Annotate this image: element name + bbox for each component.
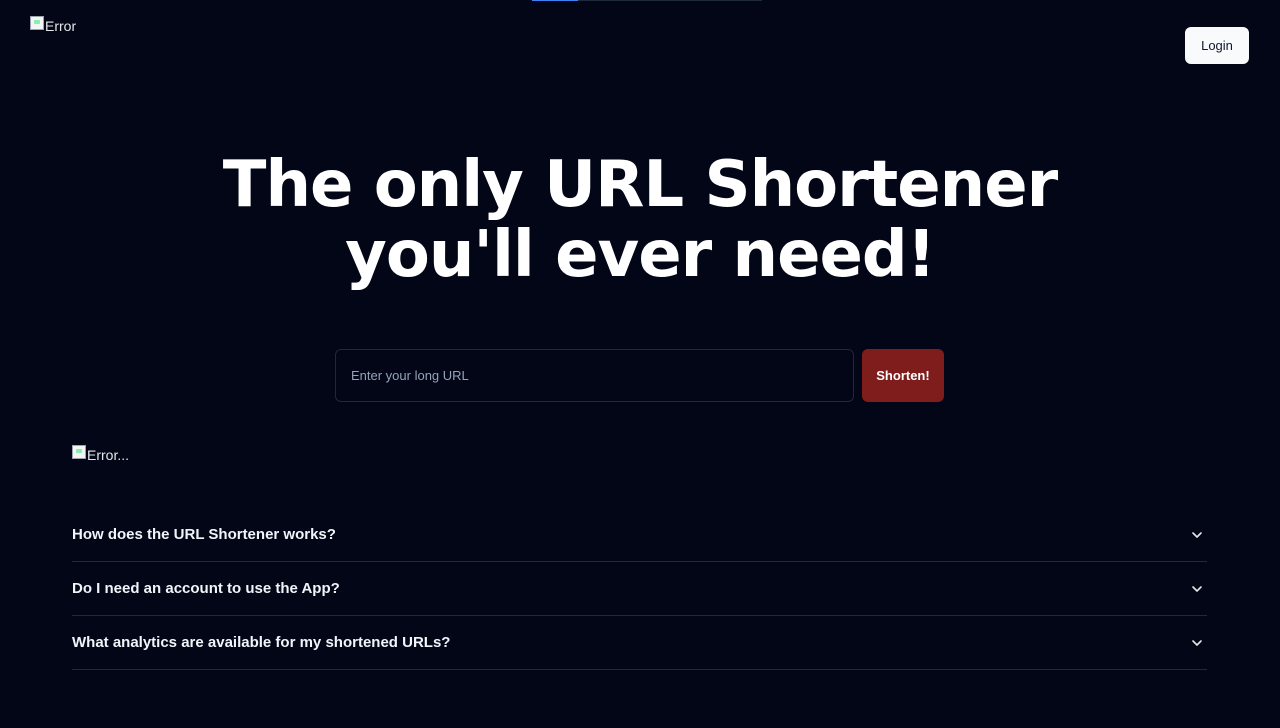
shorten-button[interactable]: Shorten! bbox=[862, 349, 944, 402]
page-loading-progress bbox=[532, 0, 762, 1]
faq-accordion: How does the URL Shortener works? Do I n… bbox=[72, 508, 1207, 670]
hero-title-line-2: you'll ever need! bbox=[345, 218, 936, 292]
illustration-image: Error... bbox=[72, 445, 129, 465]
broken-image-icon bbox=[72, 445, 86, 459]
hero-title-line-1: The only URL Shortener bbox=[222, 148, 1058, 222]
hero-title: The only URL Shortener you'll ever need! bbox=[0, 150, 1280, 290]
login-button[interactable]: Login bbox=[1185, 27, 1249, 64]
faq-item-how-it-works[interactable]: How does the URL Shortener works? bbox=[72, 508, 1207, 562]
faq-question: How does the URL Shortener works? bbox=[72, 526, 336, 543]
chevron-down-icon bbox=[1192, 531, 1202, 538]
page: Error Login The only URL Shortener you'l… bbox=[0, 0, 1280, 728]
progress-fill bbox=[532, 0, 578, 1]
logo-alt-text: Error bbox=[45, 18, 77, 34]
faq-question: Do I need an account to use the App? bbox=[72, 580, 340, 597]
broken-image-icon bbox=[30, 16, 44, 30]
chevron-down-icon bbox=[1192, 639, 1202, 646]
faq-item-account-required[interactable]: Do I need an account to use the App? bbox=[72, 562, 1207, 616]
shorten-form: Shorten! bbox=[335, 349, 944, 402]
long-url-input[interactable] bbox=[335, 349, 854, 402]
illustration-alt-text: Error... bbox=[87, 447, 130, 463]
faq-item-analytics[interactable]: What analytics are available for my shor… bbox=[72, 616, 1207, 670]
chevron-down-icon bbox=[1192, 585, 1202, 592]
logo-image[interactable]: Error bbox=[30, 16, 76, 36]
faq-question: What analytics are available for my shor… bbox=[72, 634, 451, 651]
